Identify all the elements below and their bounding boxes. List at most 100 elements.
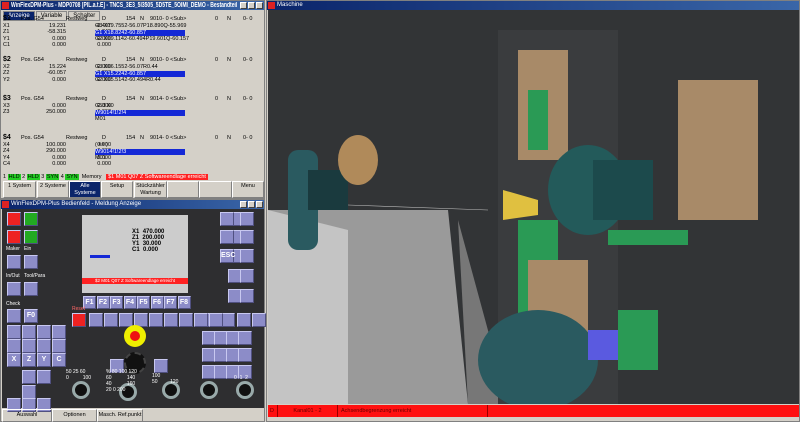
machine-func-key-5[interactable] bbox=[164, 313, 178, 327]
alarm-button[interactable] bbox=[7, 212, 21, 226]
help-button[interactable] bbox=[221, 313, 235, 327]
blank-key-2[interactable] bbox=[37, 370, 51, 384]
cycle-start-button[interactable] bbox=[24, 212, 38, 226]
nav-key-5[interactable] bbox=[240, 249, 254, 263]
fkey-8[interactable]: F8 bbox=[177, 296, 191, 309]
reset-label: Reset bbox=[72, 306, 86, 312]
nav-key-7[interactable] bbox=[240, 269, 254, 283]
func-key-3[interactable] bbox=[252, 313, 266, 327]
close-button[interactable] bbox=[256, 201, 263, 208]
optionen-button[interactable]: Optionen bbox=[52, 409, 97, 422]
axis-rest: 0.000 bbox=[97, 161, 111, 167]
aux-key-0-3[interactable] bbox=[238, 331, 252, 345]
machine-func-key-1[interactable] bbox=[104, 313, 118, 327]
reset-button[interactable] bbox=[72, 313, 86, 327]
axis-key-z[interactable]: Z bbox=[22, 353, 36, 367]
page-button[interactable] bbox=[220, 230, 234, 244]
check-button[interactable] bbox=[7, 309, 21, 323]
axis-name: Z3 bbox=[3, 109, 10, 115]
emergency-stop-button[interactable] bbox=[124, 325, 146, 347]
toolpara-button[interactable] bbox=[24, 282, 38, 296]
esc-button[interactable]: ESC bbox=[220, 249, 235, 263]
func-key-2[interactable] bbox=[237, 313, 251, 327]
fkey-5[interactable]: F5 bbox=[137, 296, 150, 309]
feed-scale: % 80 100 120 60 140 40 160 20 0 200 bbox=[106, 369, 137, 393]
operator-panel-window: WinFlexDPM-Plus Bedienfeld - Meldung Anz… bbox=[0, 199, 266, 422]
softkey-1[interactable]: 1 System bbox=[3, 181, 36, 198]
minimize-button[interactable] bbox=[240, 201, 247, 208]
axis-rest: 0.000 bbox=[97, 42, 111, 48]
auswahl-button[interactable]: Auswahl bbox=[2, 409, 52, 422]
mode-key-1[interactable] bbox=[22, 325, 36, 339]
machine-func-key-4[interactable] bbox=[149, 313, 163, 327]
stop-button[interactable] bbox=[7, 230, 21, 244]
s3-state: SYN bbox=[45, 174, 60, 180]
jog-knob[interactable] bbox=[236, 381, 254, 399]
mode-key-3[interactable] bbox=[52, 325, 66, 339]
window-title: WinFlexDPM-Plus - MDP0708 [PIL.a.t.E] - … bbox=[11, 2, 238, 9]
machine-func-key-0[interactable] bbox=[89, 313, 103, 327]
nav-key-9[interactable] bbox=[240, 289, 254, 303]
softkey-5[interactable]: Stückzähler Wartung bbox=[134, 181, 167, 198]
aux-key-1-3[interactable] bbox=[238, 348, 252, 362]
close-button[interactable] bbox=[256, 2, 263, 9]
fkey-2[interactable]: F2 bbox=[96, 296, 110, 309]
maker-button[interactable] bbox=[7, 255, 21, 269]
status-message: Achsendbegrenzung erreicht bbox=[338, 405, 488, 417]
check-label: Check bbox=[6, 301, 21, 307]
softkey-7[interactable] bbox=[199, 181, 232, 198]
softkey-2[interactable]: 2 Systeme bbox=[37, 181, 69, 198]
ein-button[interactable] bbox=[24, 255, 38, 269]
nc-line: G2 X19.1142-60.494P19.601Q-60.157 bbox=[95, 36, 190, 42]
axis-key-x[interactable]: X bbox=[7, 353, 21, 367]
fkey-6[interactable]: F6 bbox=[150, 296, 164, 309]
maximize-button[interactable] bbox=[248, 201, 255, 208]
n-label: N bbox=[140, 57, 144, 63]
softkey-4[interactable]: Setup bbox=[101, 181, 133, 198]
fkey-4[interactable]: F4 bbox=[123, 296, 137, 309]
fkey-3[interactable]: F3 bbox=[110, 296, 123, 309]
handwheel-plus[interactable] bbox=[154, 359, 168, 373]
machine-func-key-7[interactable] bbox=[194, 313, 208, 327]
softkey-8[interactable]: Menu bbox=[232, 181, 264, 198]
axis-key-y[interactable]: Y bbox=[37, 353, 51, 367]
fkey-7[interactable]: F7 bbox=[164, 296, 177, 309]
softkey-6[interactable] bbox=[167, 181, 199, 198]
jog-mode-key-3[interactable] bbox=[52, 339, 66, 353]
on-button[interactable] bbox=[24, 230, 38, 244]
r2: N bbox=[227, 57, 231, 63]
jog-mode-key-1[interactable] bbox=[22, 339, 36, 353]
mode: Memory bbox=[81, 174, 102, 180]
softkey-3[interactable]: Alle Systeme bbox=[69, 181, 101, 198]
arrow-left-button[interactable] bbox=[220, 212, 234, 226]
f0-button[interactable]: F0 bbox=[24, 309, 38, 323]
spindle-override-knob[interactable] bbox=[72, 381, 90, 399]
machine-func-key-6[interactable] bbox=[179, 313, 193, 327]
s4-state: SYN bbox=[65, 174, 79, 180]
axis-key-c[interactable]: C bbox=[52, 353, 66, 367]
arrow-up-button[interactable] bbox=[22, 385, 36, 399]
mode-key-0[interactable] bbox=[7, 325, 21, 339]
nc-blocks: G53 X0 W9014!1!2!4 M01 bbox=[95, 103, 265, 123]
nc-line: M01 bbox=[95, 116, 106, 122]
r2: N bbox=[227, 96, 231, 102]
inout-button[interactable] bbox=[7, 282, 21, 296]
nav-key-3[interactable] bbox=[240, 230, 254, 244]
r1: 0 bbox=[215, 16, 219, 22]
nc-blocks: ( ## ) W9014!1!2!3 M01 bbox=[95, 142, 265, 162]
ref-point-button[interactable]: Masch. Ref.punkt bbox=[97, 409, 143, 422]
app-icon bbox=[268, 2, 275, 9]
minimize-button[interactable] bbox=[240, 2, 247, 9]
mode-key-2[interactable] bbox=[37, 325, 51, 339]
maximize-button[interactable] bbox=[248, 2, 255, 9]
machine-func-key-8[interactable] bbox=[209, 313, 223, 327]
mode-knob[interactable] bbox=[200, 381, 218, 399]
machine-3d-view[interactable] bbox=[268, 10, 799, 404]
axis-name: Y2 bbox=[3, 76, 10, 83]
panel-area: X1 470.000 Z1 200.000 Y1 30.000 C1 0.000 $2… bbox=[2, 209, 266, 412]
nav-key-1[interactable] bbox=[240, 212, 254, 226]
channel-3: $3 Pos. G54 Restweg D 154 N 9014- 0 <Sub> 0 N 0- … bbox=[3, 95, 265, 122]
blank-key-1[interactable] bbox=[22, 370, 36, 384]
jog-mode-key-0[interactable] bbox=[7, 339, 21, 353]
jog-mode-key-2[interactable] bbox=[37, 339, 51, 353]
